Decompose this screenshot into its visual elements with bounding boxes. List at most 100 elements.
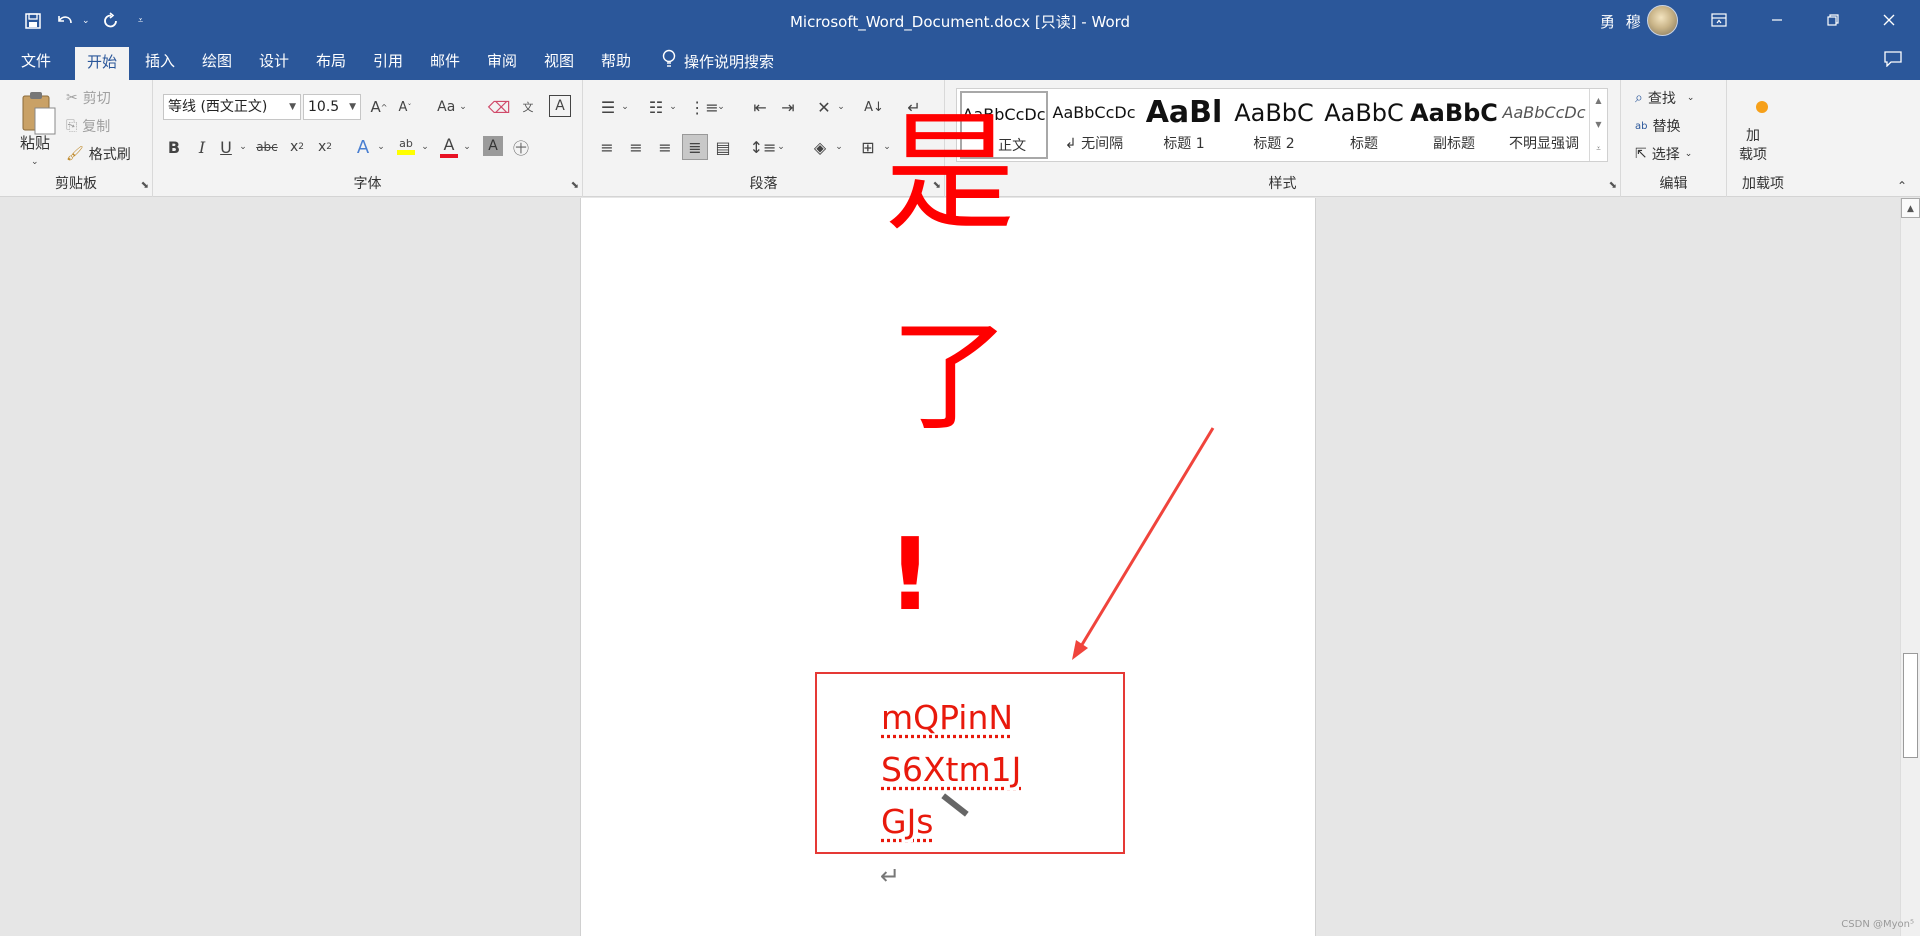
tell-me-search[interactable]: 操作说明搜索 [662, 42, 774, 80]
tab-references[interactable]: 引用 [364, 42, 412, 80]
align-left-icon[interactable]: ≡ [595, 134, 619, 160]
minimize-icon[interactable] [1754, 0, 1800, 40]
font-color-dropdown-icon[interactable]: ⌄ [461, 134, 473, 160]
style-heading-2[interactable]: AaBbC 标题 2 [1230, 91, 1318, 159]
tab-review[interactable]: 审阅 [478, 42, 526, 80]
styles-launcher-icon[interactable]: ⬊ [1609, 180, 1617, 191]
underline-icon[interactable]: U [215, 134, 237, 160]
style-no-spacing[interactable]: AaBbCcDc ↲ 无间隔 [1050, 91, 1138, 159]
enclose-characters-icon[interactable]: ㊉ [509, 134, 533, 160]
select-button[interactable]: ⇱ 选择 ⌄ [1635, 142, 1692, 166]
comments-icon[interactable] [1884, 51, 1902, 71]
text-effects-icon[interactable]: A [351, 134, 375, 160]
numbering-icon[interactable]: ☷ [643, 94, 669, 120]
align-center-icon[interactable]: ≡ [624, 134, 648, 160]
bullets-dropdown-icon[interactable]: ⌄ [619, 94, 631, 120]
tab-file[interactable]: 文件 [10, 42, 62, 80]
decrease-indent-icon[interactable]: ⇤ [747, 94, 773, 120]
font-name-combo[interactable]: 等线 (西文正文) ▼ [163, 94, 301, 120]
avatar[interactable] [1647, 5, 1678, 36]
find-button[interactable]: ⌕ 查找 ⌄ [1635, 86, 1694, 110]
copy-icon: ⎘ [66, 118, 78, 134]
gallery-up-icon[interactable]: ▲ [1590, 89, 1607, 113]
gallery-down-icon[interactable]: ▼ [1590, 113, 1607, 137]
clipboard-launcher-icon[interactable]: ⬊ [141, 180, 149, 191]
scrollbar-thumb[interactable] [1903, 653, 1918, 758]
close-icon[interactable] [1866, 0, 1912, 40]
line-spacing-dropdown-icon[interactable]: ⌄ [775, 134, 787, 160]
numbering-dropdown-icon[interactable]: ⌄ [667, 94, 679, 120]
brush-icon: 🖌 [66, 146, 84, 162]
text-effects-dropdown-icon[interactable]: ⌄ [375, 134, 387, 160]
multilevel-list-icon[interactable]: ⋮≡ [689, 94, 718, 120]
multilevel-dropdown-icon[interactable]: ⌄ [715, 94, 727, 120]
vertical-scrollbar[interactable]: ▲ [1900, 198, 1920, 936]
addins-icon[interactable] [1749, 94, 1775, 120]
underline-dropdown-icon[interactable]: ⌄ [237, 134, 249, 160]
cut-button[interactable]: ✂ 剪切 [66, 86, 111, 110]
gallery-more-icon[interactable]: ⩡ [1590, 137, 1607, 161]
tab-mailings[interactable]: 邮件 [421, 42, 469, 80]
tab-insert[interactable]: 插入 [136, 42, 184, 80]
phonetic-guide-icon[interactable]: 文 [515, 94, 541, 120]
doc-big-char-1: 是 [884, 97, 1015, 249]
collapse-ribbon-icon[interactable]: ⌃ [1892, 178, 1912, 194]
font-size-combo[interactable]: 10.5 ▼ [303, 94, 361, 120]
tab-design[interactable]: 设计 [250, 42, 298, 80]
character-border-icon[interactable]: A [549, 95, 571, 117]
clear-formatting-icon[interactable]: ⌫ [487, 94, 511, 120]
style-title[interactable]: AaBbC 标题 [1320, 91, 1408, 159]
asian-layout-dropdown-icon[interactable]: ⌄ [835, 94, 847, 120]
grow-font-icon[interactable]: A ^ [367, 94, 391, 120]
scroll-up-icon[interactable]: ▲ [1901, 198, 1920, 218]
addins-group-label: 加载项 [1742, 176, 1784, 192]
select-cursor-icon: ⇱ [1635, 146, 1647, 162]
subscript-icon[interactable]: x2 [285, 134, 309, 160]
find-label: 查找 [1647, 91, 1676, 107]
bold-icon[interactable]: B [163, 134, 185, 160]
borders-icon[interactable]: ⊞ [855, 134, 881, 160]
restore-icon[interactable] [1810, 0, 1856, 40]
asian-layout-icon[interactable]: ✕ [811, 94, 837, 120]
italic-icon[interactable]: I [191, 134, 213, 160]
font-name-dropdown-icon: ▼ [289, 102, 296, 112]
change-case-label: Aa [437, 99, 456, 115]
format-painter-button[interactable]: 🖌 格式刷 [66, 142, 131, 166]
style-no-spacing-name: ↲ 无间隔 [1064, 136, 1124, 152]
style-heading-2-name: 标题 2 [1253, 136, 1295, 152]
bullets-icon[interactable]: ☰ [595, 94, 621, 120]
increase-indent-icon[interactable]: ⇥ [775, 94, 801, 120]
shrink-font-icon[interactable]: Aˇ [393, 94, 417, 120]
character-shading-icon[interactable]: A [483, 136, 503, 156]
addins-button[interactable]: 加 载项 [1739, 124, 1767, 168]
highlight-icon[interactable]: ab [393, 132, 419, 160]
user-name[interactable]: 勇 穆 [1600, 11, 1644, 32]
style-subtitle[interactable]: AaBbC 副标题 [1410, 91, 1498, 159]
tab-help[interactable]: 帮助 [592, 42, 640, 80]
style-heading-1[interactable]: AaBl 标题 1 [1140, 91, 1228, 159]
ribbon-tab-bar: 文件 开始 插入 绘图 设计 布局 引用 邮件 审阅 视图 帮助 操作说明搜索 [0, 42, 1920, 80]
shading-dropdown-icon[interactable]: ⌄ [833, 134, 845, 160]
tab-view[interactable]: 视图 [535, 42, 583, 80]
superscript-icon[interactable]: x2 [313, 134, 337, 160]
copy-label: 复制 [82, 119, 111, 135]
ribbon-display-options-icon[interactable] [1696, 0, 1742, 40]
tab-draw[interactable]: 绘图 [193, 42, 241, 80]
paste-dropdown-icon[interactable]: ⌄ [31, 150, 39, 174]
highlight-dropdown-icon[interactable]: ⌄ [419, 134, 431, 160]
justify-icon[interactable]: ≣ [682, 134, 708, 160]
copy-button[interactable]: ⎘ 复制 [66, 114, 110, 138]
line-spacing-icon[interactable]: ↕≡ [750, 134, 777, 160]
tab-home[interactable]: 开始 [75, 47, 129, 80]
clipboard-group-label: 剪贴板 [55, 176, 97, 192]
strikethrough-icon[interactable]: abc [253, 134, 281, 160]
shading-icon[interactable]: ◈ [807, 134, 833, 160]
replace-button[interactable]: ab 替换 [1635, 114, 1680, 138]
font-color-icon[interactable]: A [437, 132, 461, 160]
style-subtle-emphasis[interactable]: AaBbCcDc 不明显强调 [1500, 91, 1588, 159]
change-case-icon[interactable]: Aa ⌄ [433, 94, 471, 120]
font-launcher-icon[interactable]: ⬊ [571, 180, 579, 191]
tab-layout[interactable]: 布局 [307, 42, 355, 80]
distributed-icon[interactable]: ▤ [711, 134, 735, 160]
align-right-icon[interactable]: ≡ [653, 134, 677, 160]
